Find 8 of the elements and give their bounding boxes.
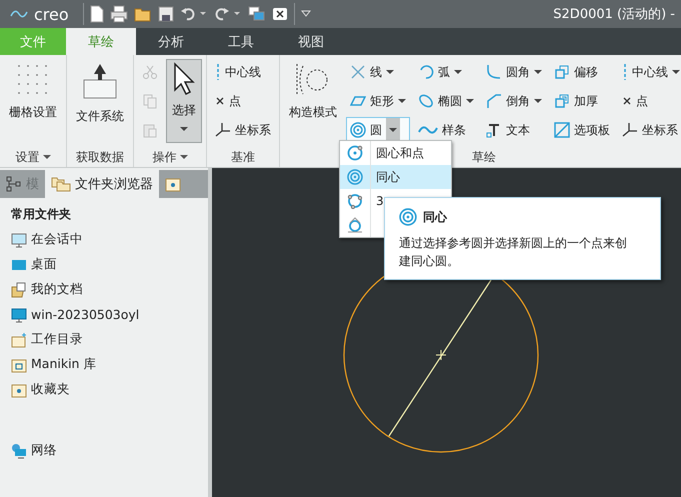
- window-title: S2D0001 (活动的) -: [553, 6, 675, 23]
- section-heading: 常用文件夹: [10, 206, 72, 223]
- group-label: 基准: [231, 148, 255, 166]
- group-label: 草绘: [472, 148, 496, 166]
- tooltip-text: 通过选择参考圆并选择新圆上的一个点来创建同心圆。: [399, 235, 628, 270]
- tooltip-title: 同心: [399, 208, 646, 226]
- logo-text: creo: [34, 4, 69, 24]
- group-label: 获取数据: [76, 148, 124, 166]
